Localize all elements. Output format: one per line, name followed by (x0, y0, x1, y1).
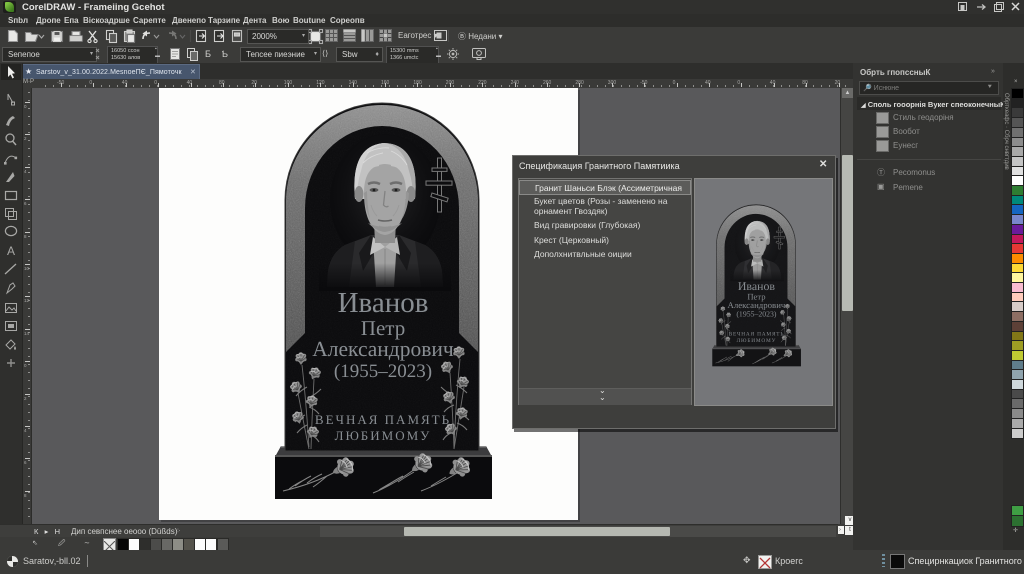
svg-text:A: A (7, 244, 15, 258)
